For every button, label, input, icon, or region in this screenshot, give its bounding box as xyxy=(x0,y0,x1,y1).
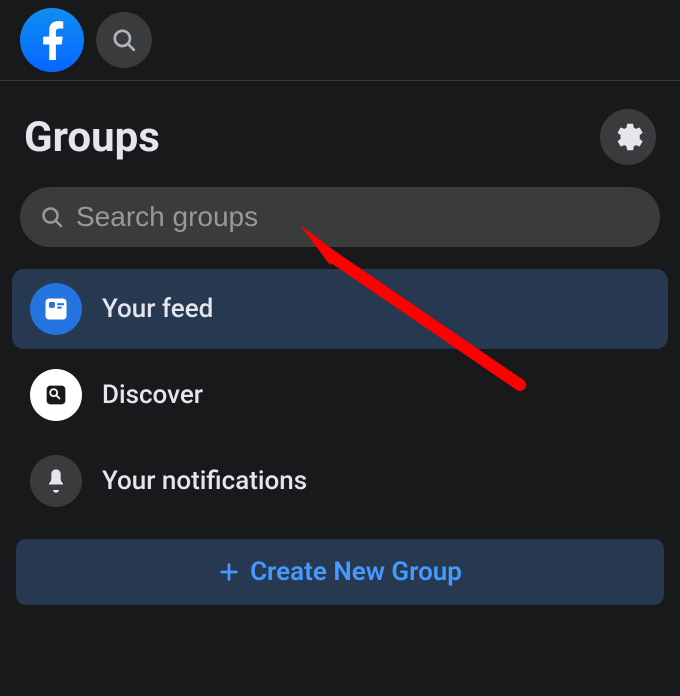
settings-button[interactable] xyxy=(600,109,656,165)
page-header: Groups xyxy=(0,81,680,181)
gear-icon xyxy=(613,122,643,152)
nav-item-discover[interactable]: Discover xyxy=(12,355,668,435)
nav-item-label: Your notifications xyxy=(102,466,307,496)
create-group-button[interactable]: Create New Group xyxy=(16,539,664,605)
discover-icon xyxy=(30,369,82,421)
nav-item-label: Discover xyxy=(102,380,203,410)
facebook-f-icon xyxy=(32,20,72,60)
create-group-label: Create New Group xyxy=(250,557,462,587)
nav-item-your-feed[interactable]: Your feed xyxy=(12,269,668,349)
groups-search-input-container[interactable] xyxy=(20,187,660,247)
global-search-button[interactable] xyxy=(96,12,152,68)
facebook-logo[interactable] xyxy=(20,8,84,72)
search-icon xyxy=(40,205,64,229)
nav-item-notifications[interactable]: Your notifications xyxy=(12,441,668,521)
search-icon xyxy=(111,27,137,53)
nav-list: Your feed Discover Your notifications xyxy=(0,269,680,521)
groups-search-input[interactable] xyxy=(76,201,640,233)
bell-icon xyxy=(30,455,82,507)
nav-item-label: Your feed xyxy=(102,294,213,324)
plus-icon xyxy=(218,561,240,583)
top-bar xyxy=(0,0,680,81)
page-title: Groups xyxy=(24,113,160,162)
feed-icon xyxy=(30,283,82,335)
